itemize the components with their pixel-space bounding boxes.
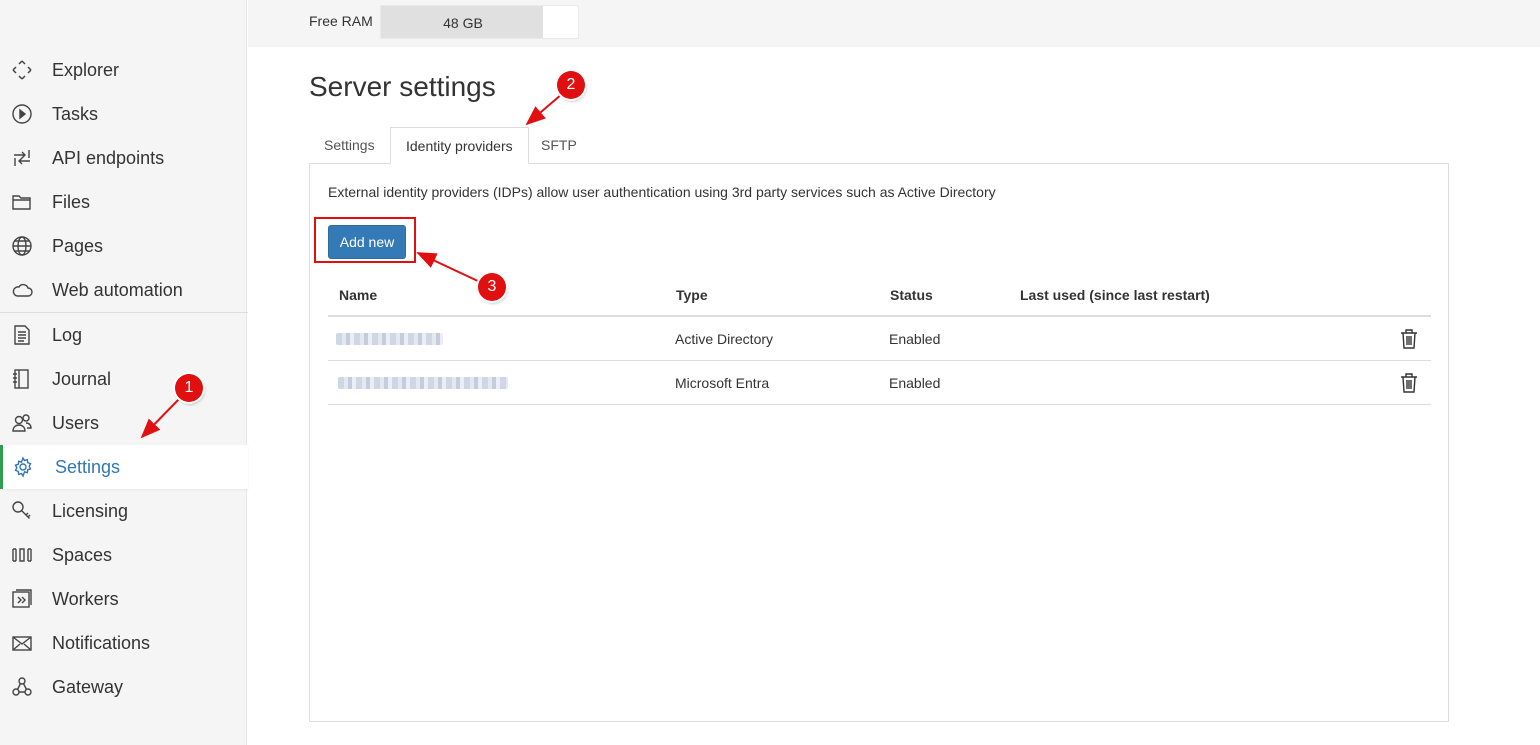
document-icon bbox=[11, 324, 33, 346]
redacted-name bbox=[336, 333, 443, 345]
table-row[interactable]: Active Directory Enabled bbox=[328, 317, 1431, 361]
sidebar-item-spaces[interactable]: Spaces bbox=[0, 533, 248, 577]
trash-icon[interactable] bbox=[1399, 372, 1419, 394]
panel-description: External identity providers (IDPs) allow… bbox=[328, 184, 996, 200]
column-header-type[interactable]: Type bbox=[676, 274, 708, 316]
sidebar-item-api-endpoints[interactable]: API endpoints bbox=[0, 136, 248, 180]
sidebar-item-label: Files bbox=[52, 191, 91, 212]
identity-providers-panel: External identity providers (IDPs) allow… bbox=[309, 163, 1449, 722]
annotation-highlight-box bbox=[314, 217, 416, 263]
sidebar-item-label: Notifications bbox=[52, 632, 151, 653]
sidebar-item-tasks[interactable]: Tasks bbox=[0, 92, 248, 136]
api-arrows-icon bbox=[11, 147, 33, 169]
key-icon bbox=[11, 500, 33, 522]
sidebar-item-label: Spaces bbox=[52, 544, 113, 565]
sidebar-item-notifications[interactable]: Notifications bbox=[0, 621, 248, 665]
sidebar-item-log[interactable]: Log bbox=[0, 313, 248, 357]
sidebar-item-pages[interactable]: Pages bbox=[0, 224, 248, 268]
gateway-icon bbox=[11, 676, 33, 698]
tab-sftp[interactable]: SFTP bbox=[526, 127, 592, 164]
redacted-name bbox=[338, 377, 508, 389]
spaces-icon bbox=[11, 544, 33, 566]
sidebar-item-licensing[interactable]: Licensing bbox=[0, 489, 248, 533]
sidebar-item-label: Log bbox=[52, 324, 83, 345]
folder-icon bbox=[11, 191, 33, 213]
annotation-badge: 3 bbox=[478, 273, 506, 301]
trash-icon[interactable] bbox=[1399, 328, 1419, 350]
tab-label: Settings bbox=[324, 137, 375, 153]
table-row[interactable]: Microsoft Entra Enabled bbox=[328, 361, 1431, 405]
sidebar-item-label: API endpoints bbox=[52, 147, 165, 168]
workers-icon bbox=[11, 588, 33, 610]
sidebar-item-settings[interactable]: Settings bbox=[0, 445, 248, 489]
tab-label: Identity providers bbox=[406, 138, 513, 154]
explorer-icon bbox=[11, 59, 33, 81]
journal-icon bbox=[11, 368, 33, 390]
sidebar-item-explorer[interactable]: Explorer bbox=[0, 48, 248, 92]
cell-status: Enabled bbox=[889, 331, 941, 347]
users-icon bbox=[11, 412, 33, 434]
cell-type: Microsoft Entra bbox=[675, 375, 770, 391]
sidebar-item-label: Tasks bbox=[52, 103, 99, 124]
sidebar-item-gateway[interactable]: Gateway bbox=[0, 665, 248, 709]
sidebar-item-journal[interactable]: Journal bbox=[0, 357, 248, 401]
globe-icon bbox=[11, 235, 33, 257]
free-ram-label: Free RAM bbox=[309, 13, 373, 29]
sidebar: Explorer Tasks API endpoints Files Pages… bbox=[0, 0, 248, 745]
sidebar-item-label: Workers bbox=[52, 588, 119, 609]
free-ram-bar: 48 GB bbox=[380, 5, 579, 39]
sidebar-item-files[interactable]: Files bbox=[0, 180, 248, 224]
sidebar-item-web-automation[interactable]: Web automation bbox=[0, 268, 248, 312]
tab-settings[interactable]: Settings bbox=[309, 127, 390, 164]
sidebar-item-workers[interactable]: Workers bbox=[0, 577, 248, 621]
column-header-last-used[interactable]: Last used (since last restart) bbox=[1020, 274, 1210, 316]
sidebar-item-label: Pages bbox=[52, 235, 104, 256]
tab-identity-providers[interactable]: Identity providers bbox=[390, 127, 529, 164]
sidebar-item-label: Journal bbox=[52, 368, 112, 389]
top-bar: Free RAM 48 GB bbox=[248, 0, 1540, 47]
sidebar-item-label: Explorer bbox=[52, 59, 120, 80]
cell-status: Enabled bbox=[889, 375, 941, 391]
gear-icon bbox=[12, 456, 34, 478]
free-ram-value: 48 GB bbox=[443, 15, 483, 31]
cell-type: Active Directory bbox=[675, 331, 774, 347]
column-header-name[interactable]: Name bbox=[339, 274, 377, 316]
sidebar-item-label: Licensing bbox=[52, 500, 129, 521]
sidebar-item-label: Web automation bbox=[52, 279, 183, 300]
sidebar-item-label: Settings bbox=[55, 456, 121, 477]
sidebar-item-users[interactable]: Users bbox=[0, 401, 248, 445]
envelope-icon bbox=[11, 632, 33, 654]
sidebar-item-label: Users bbox=[52, 412, 100, 433]
page-title: Server settings bbox=[309, 71, 496, 102]
annotation-badge: 2 bbox=[557, 71, 585, 99]
cloud-icon bbox=[11, 279, 33, 301]
annotation-badge: 1 bbox=[175, 374, 203, 402]
sidebar-item-label: Gateway bbox=[52, 676, 124, 697]
play-circle-icon bbox=[11, 103, 33, 125]
column-header-status[interactable]: Status bbox=[890, 274, 933, 316]
tab-label: SFTP bbox=[541, 137, 577, 153]
